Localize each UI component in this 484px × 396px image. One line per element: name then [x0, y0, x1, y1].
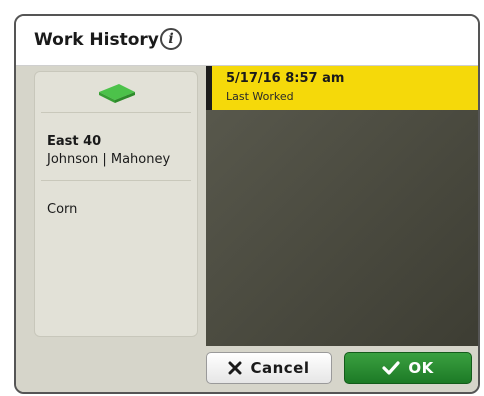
cancel-button[interactable]: Cancel [206, 352, 332, 384]
ok-label: OK [408, 359, 434, 377]
history-label: Last Worked [226, 90, 294, 103]
dialog-title: Work History [34, 30, 159, 50]
dialog-header: Work History i [16, 16, 478, 66]
work-history-dialog: Work History i East 40 Johnson | Mahoney… [14, 14, 480, 394]
info-icon[interactable]: i [160, 28, 182, 50]
history-item[interactable]: 5/17/16 8:57 am Last Worked [206, 66, 478, 110]
crop-label: Corn [47, 202, 78, 217]
tractor-icon [99, 84, 135, 103]
divider [41, 180, 191, 181]
field-name: East 40 [47, 134, 102, 149]
divider [41, 112, 191, 113]
checkmark-icon [382, 361, 400, 375]
history-date: 5/17/16 8:57 am [226, 71, 345, 86]
field-details-panel: East 40 Johnson | Mahoney Corn [34, 71, 198, 337]
client-farm-label: Johnson | Mahoney [47, 152, 171, 167]
cancel-label: Cancel [250, 359, 310, 377]
close-icon [228, 361, 242, 375]
dialog-footer: Cancel OK [16, 346, 478, 392]
ok-button[interactable]: OK [344, 352, 472, 384]
